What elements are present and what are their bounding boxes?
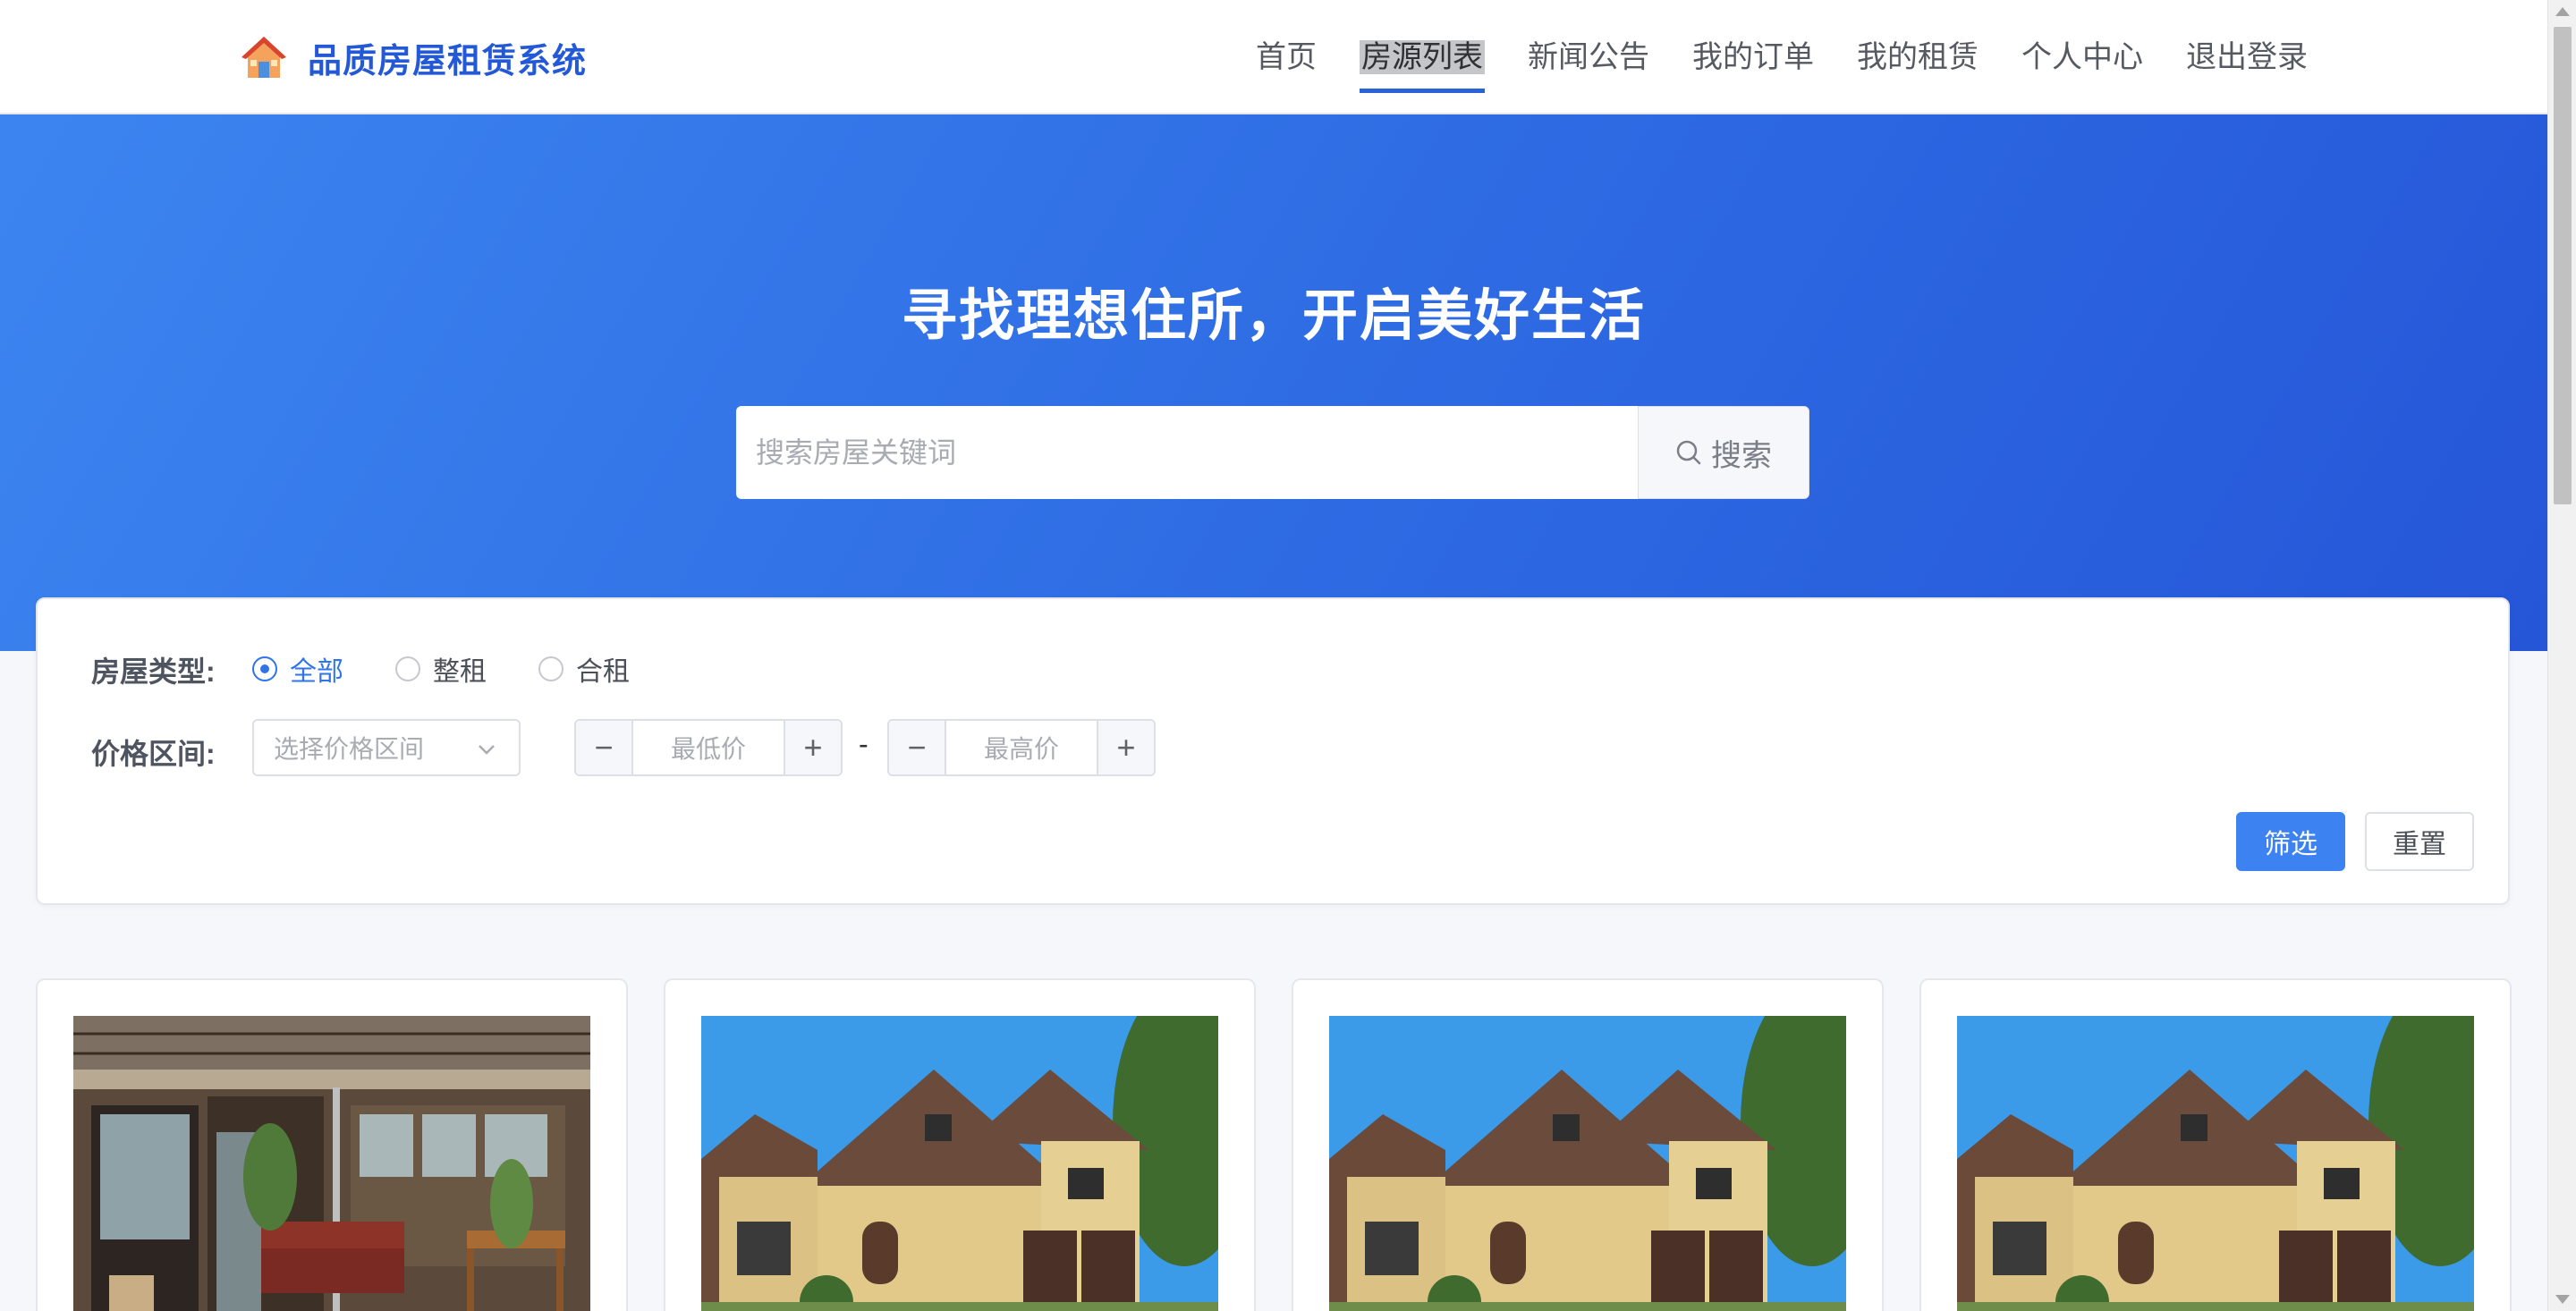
min-price-input[interactable]: 最低价 (633, 730, 784, 765)
nav-my-rentals-label: 我的租赁 (1857, 40, 1979, 74)
nav-logout-label: 退出登录 (2186, 40, 2308, 74)
top-header: 品质房屋租赁系统 首页 房源列表 新闻公告 我的订单 我的租赁 个人中心 退出登… (0, 0, 2547, 114)
max-price-increase-button[interactable]: + (1097, 721, 1154, 774)
max-price-input[interactable]: 最高价 (946, 730, 1097, 765)
house-card[interactable] (36, 978, 628, 1311)
nav-my-rentals[interactable]: 我的租赁 (1857, 34, 1979, 93)
filter-button[interactable]: 筛选 (2236, 812, 2345, 871)
nav-news[interactable]: 新闻公告 (1528, 34, 1649, 93)
min-price-increase-button[interactable]: + (784, 721, 841, 774)
nav-news-label: 新闻公告 (1528, 40, 1649, 74)
radio-shared-rent-label: 合租 (576, 657, 630, 687)
radio-whole-rent-label: 整租 (433, 657, 487, 687)
scroll-up-arrow-icon[interactable] (2555, 7, 2570, 16)
house-card[interactable] (1919, 978, 2512, 1311)
house-image-yellow-house[interactable] (1329, 1016, 1846, 1311)
nav-house-list[interactable]: 房源列表 (1360, 34, 1485, 93)
radio-all[interactable]: 全部 (252, 649, 343, 689)
min-price-decrease-button[interactable]: − (576, 721, 633, 774)
reset-button[interactable]: 重置 (2365, 812, 2474, 871)
radio-whole-rent[interactable]: 整租 (395, 649, 487, 689)
house-image-courtyard[interactable] (73, 1016, 590, 1311)
nav-home-label: 首页 (1256, 40, 1317, 74)
search-input[interactable] (736, 406, 1638, 499)
chevron-down-icon (479, 745, 495, 755)
radio-all-label: 全部 (290, 657, 343, 687)
nav-profile-label: 个人中心 (2021, 40, 2143, 74)
price-range-select-placeholder: 选择价格区间 (274, 735, 425, 763)
max-price-decrease-button[interactable]: − (889, 721, 946, 774)
logo[interactable]: 品质房屋租赁系统 (240, 30, 587, 84)
nav-profile[interactable]: 个人中心 (2021, 34, 2143, 93)
house-image-yellow-house[interactable] (1957, 1016, 2474, 1311)
page-scrollbar[interactable] (2547, 0, 2576, 1311)
plus-icon: + (803, 729, 823, 765)
radio-circle-icon (395, 656, 420, 681)
search-box: 搜索 (736, 406, 1809, 499)
scroll-down-arrow-icon[interactable] (2555, 1295, 2570, 1304)
radio-circle-icon (252, 656, 277, 681)
nav-home[interactable]: 首页 (1256, 34, 1317, 93)
nav-logout[interactable]: 退出登录 (2186, 34, 2308, 93)
max-price-stepper: − 最高价 + (887, 719, 1156, 776)
search-icon (1676, 440, 1701, 465)
min-price-stepper: − 最低价 + (574, 719, 843, 776)
house-photo-icon (1957, 1016, 2474, 1311)
main-nav: 首页 房源列表 新闻公告 我的订单 我的租赁 个人中心 退出登录 (1213, 34, 2308, 93)
price-range-label: 价格区间: (91, 738, 216, 770)
price-range-select[interactable]: 选择价格区间 (252, 719, 521, 776)
hero-title: 寻找理想住所，开启美好生活 (901, 285, 1646, 347)
hero-banner: 寻找理想住所，开启美好生活 搜索 (0, 114, 2547, 651)
house-card[interactable] (1292, 978, 1884, 1311)
app-title: 品质房屋租赁系统 (308, 42, 588, 80)
courtyard-photo-icon (73, 1016, 590, 1311)
minus-icon: − (907, 729, 927, 765)
house-card[interactable] (664, 978, 1256, 1311)
house-logo-icon (242, 37, 286, 78)
plus-icon: + (1116, 729, 1136, 765)
nav-house-list-label: 房源列表 (1360, 40, 1485, 74)
house-photo-icon (1329, 1016, 1846, 1311)
radio-shared-rent[interactable]: 合租 (538, 649, 630, 689)
nav-my-orders-label: 我的订单 (1692, 40, 1814, 74)
house-type-label: 房屋类型: (91, 656, 216, 688)
filter-panel: 房屋类型: 全部 整租 合租 价格区间: 选择价格区间 − 最低价 + - − … (36, 597, 2510, 905)
minus-icon: − (594, 729, 614, 765)
search-button-label: 搜索 (1711, 438, 1772, 473)
radio-circle-icon (538, 656, 564, 681)
search-button[interactable]: 搜索 (1638, 406, 1809, 499)
range-separator: - (859, 728, 869, 760)
scrollbar-thumb[interactable] (2554, 27, 2572, 504)
house-image-yellow-house[interactable] (701, 1016, 1218, 1311)
nav-my-orders[interactable]: 我的订单 (1692, 34, 1814, 93)
house-photo-icon (701, 1016, 1218, 1311)
